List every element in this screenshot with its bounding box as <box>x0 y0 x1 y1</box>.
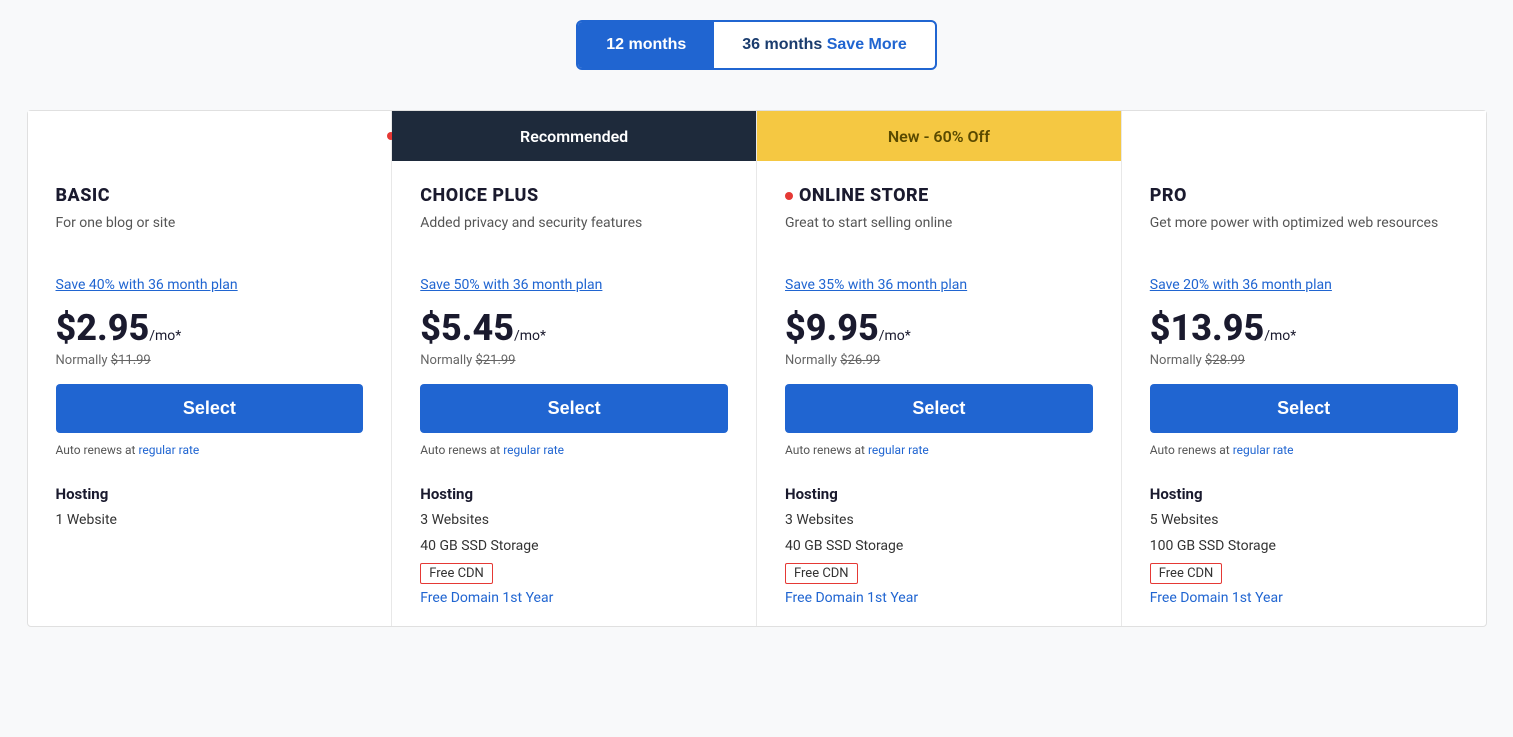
plan-choice-plus-free-domain[interactable]: Free Domain 1st Year <box>420 590 728 606</box>
plan-pro: PRO Get more power with optimized web re… <box>1122 111 1486 626</box>
plan-pro-free-domain[interactable]: Free Domain 1st Year <box>1150 590 1458 606</box>
plan-choice-plus-hosting: Hosting 3 Websites 40 GB SSD Storage Fre… <box>420 485 728 606</box>
plan-basic-auto-renew: Auto renews at regular rate <box>56 443 364 457</box>
plan-online-store-normally: Normally $26.99 <box>785 353 1093 368</box>
toggle-12months-label: 12 months <box>606 36 686 53</box>
billing-toggle[interactable]: 12 months 36 months Save More <box>576 20 937 70</box>
plan-online-store-auto-renew: Auto renews at regular rate <box>785 443 1093 457</box>
plan-choice-plus-normally: Normally $21.99 <box>420 353 728 368</box>
toggle-36months-label: 36 months <box>742 36 822 53</box>
online-store-dot <box>785 192 793 200</box>
plan-choice-plus-subtitle: Added privacy and security features <box>420 214 728 254</box>
plan-pro-banner <box>1122 111 1486 161</box>
toggle-save-more-label: Save More <box>827 36 907 53</box>
plan-basic-normally: Normally $11.99 <box>56 353 364 368</box>
plan-choice-plus-price: $5.45/mo* <box>420 307 728 349</box>
plan-basic-banner <box>28 111 392 161</box>
plan-choice-plus-select-btn[interactable]: Select <box>420 384 728 433</box>
plan-pro-normally: Normally $28.99 <box>1150 353 1458 368</box>
plan-basic: BASIC For one blog or site Save 40% with… <box>28 111 393 626</box>
plan-basic-save-link[interactable]: Save 40% with 36 month plan <box>56 277 238 293</box>
plan-basic-subtitle: For one blog or site <box>56 214 364 254</box>
plan-pro-hosting: Hosting 5 Websites 100 GB SSD Storage Fr… <box>1150 485 1458 606</box>
plan-choice-plus-auto-renew: Auto renews at regular rate <box>420 443 728 457</box>
plan-online-store-cdn-badge: Free CDN <box>785 563 858 584</box>
plan-online-store-title: ONLINE STORE <box>785 185 1093 206</box>
plan-online-store-save-link[interactable]: Save 35% with 36 month plan <box>785 277 967 293</box>
plan-basic-select-btn[interactable]: Select <box>56 384 364 433</box>
plan-online-store-price: $9.95/mo* <box>785 307 1093 349</box>
toggle-12months[interactable]: 12 months <box>578 22 714 68</box>
plan-pro-subtitle: Get more power with optimized web resour… <box>1150 214 1458 254</box>
plan-online-store-free-domain[interactable]: Free Domain 1st Year <box>785 590 1093 606</box>
plan-basic-hosting: Hosting 1 Website <box>56 485 364 531</box>
plan-basic-title: BASIC <box>56 185 364 206</box>
plan-pro-price: $13.95/mo* <box>1150 307 1458 349</box>
plan-pro-select-btn[interactable]: Select <box>1150 384 1458 433</box>
plan-pro-cdn-badge: Free CDN <box>1150 563 1223 584</box>
plan-choice-plus-cdn-badge: Free CDN <box>420 563 493 584</box>
plan-online-store-select-btn[interactable]: Select <box>785 384 1093 433</box>
plan-online-store-subtitle: Great to start selling online <box>785 214 1093 254</box>
plan-choice-plus-banner: Recommended <box>392 111 756 161</box>
plan-pro-save-link[interactable]: Save 20% with 36 month plan <box>1150 277 1332 293</box>
plan-basic-price: $2.95/mo* <box>56 307 364 349</box>
plan-choice-plus: Recommended CHOICE PLUS Added privacy an… <box>392 111 757 626</box>
plan-choice-plus-title: CHOICE PLUS <box>420 185 728 206</box>
plan-online-store-hosting: Hosting 3 Websites 40 GB SSD Storage Fre… <box>785 485 1093 606</box>
plan-pro-auto-renew: Auto renews at regular rate <box>1150 443 1458 457</box>
plan-choice-plus-save-link[interactable]: Save 50% with 36 month plan <box>420 277 602 293</box>
plan-pro-title: PRO <box>1150 185 1458 206</box>
toggle-36months[interactable]: 36 months Save More <box>714 22 935 68</box>
plan-online-store: New - 60% Off ONLINE STORE Great to star… <box>757 111 1122 626</box>
plan-online-store-banner: New - 60% Off <box>757 111 1121 161</box>
plans-container: BASIC For one blog or site Save 40% with… <box>27 110 1487 627</box>
